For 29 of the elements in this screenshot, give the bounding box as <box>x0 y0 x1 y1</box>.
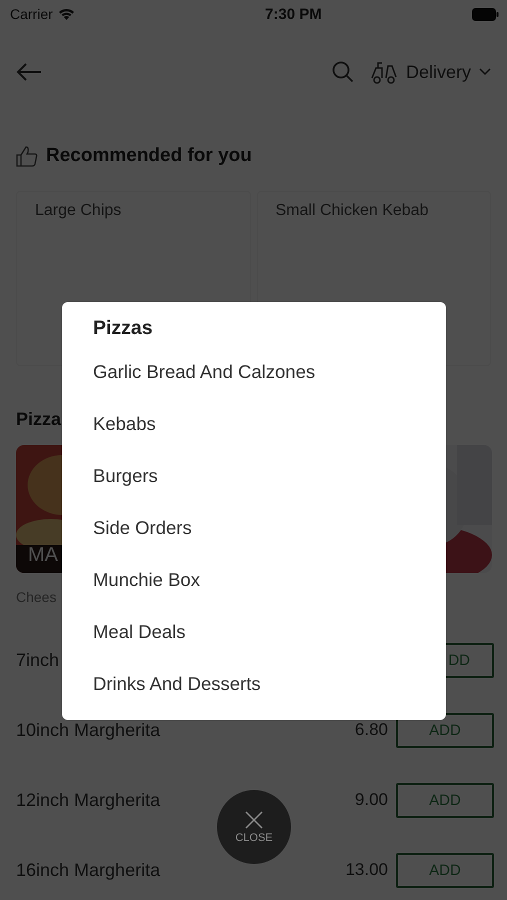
category-menu-item[interactable]: Side Orders <box>93 502 446 554</box>
item-name: 7inch <box>16 650 60 670</box>
scooter-icon <box>370 60 398 84</box>
item-price: 13.00 <box>345 860 388 880</box>
category-menu-item[interactable]: Meal Deals <box>93 606 446 658</box>
category-menu-item[interactable]: Drinks And Desserts <box>93 658 446 710</box>
carrier-name: Carrier <box>10 6 53 22</box>
chevron-down-icon[interactable] <box>479 68 491 76</box>
category-menu-item[interactable]: Burgers <box>93 450 446 502</box>
battery-icon <box>472 8 499 20</box>
wifi-icon <box>58 8 75 20</box>
product-name: Large Chips <box>35 202 122 219</box>
close-button[interactable]: CLOSE <box>217 790 291 864</box>
thumbs-up-icon <box>16 145 38 167</box>
item-price: 6.80 <box>354 720 388 740</box>
item-name: 16inch Margherita <box>16 860 160 880</box>
item-price: 9.00 <box>354 790 388 810</box>
category-menu-item[interactable]: Kebabs <box>93 398 446 450</box>
product-name: Small Chicken Kebab <box>276 202 428 219</box>
close-icon <box>245 810 263 828</box>
category-title: Pizza <box>16 409 62 431</box>
clock-time: 7:30 PM <box>265 6 322 22</box>
category-menu-item[interactable]: Munchie Box <box>93 554 446 606</box>
search-icon[interactable] <box>332 61 354 83</box>
card-label: MA <box>28 544 58 567</box>
item-name: 10inch Margherita <box>16 720 160 740</box>
item-name: 12inch Margherita <box>16 790 160 810</box>
back-arrow-icon[interactable] <box>16 62 42 82</box>
section-title: Recommended for you <box>46 145 252 167</box>
